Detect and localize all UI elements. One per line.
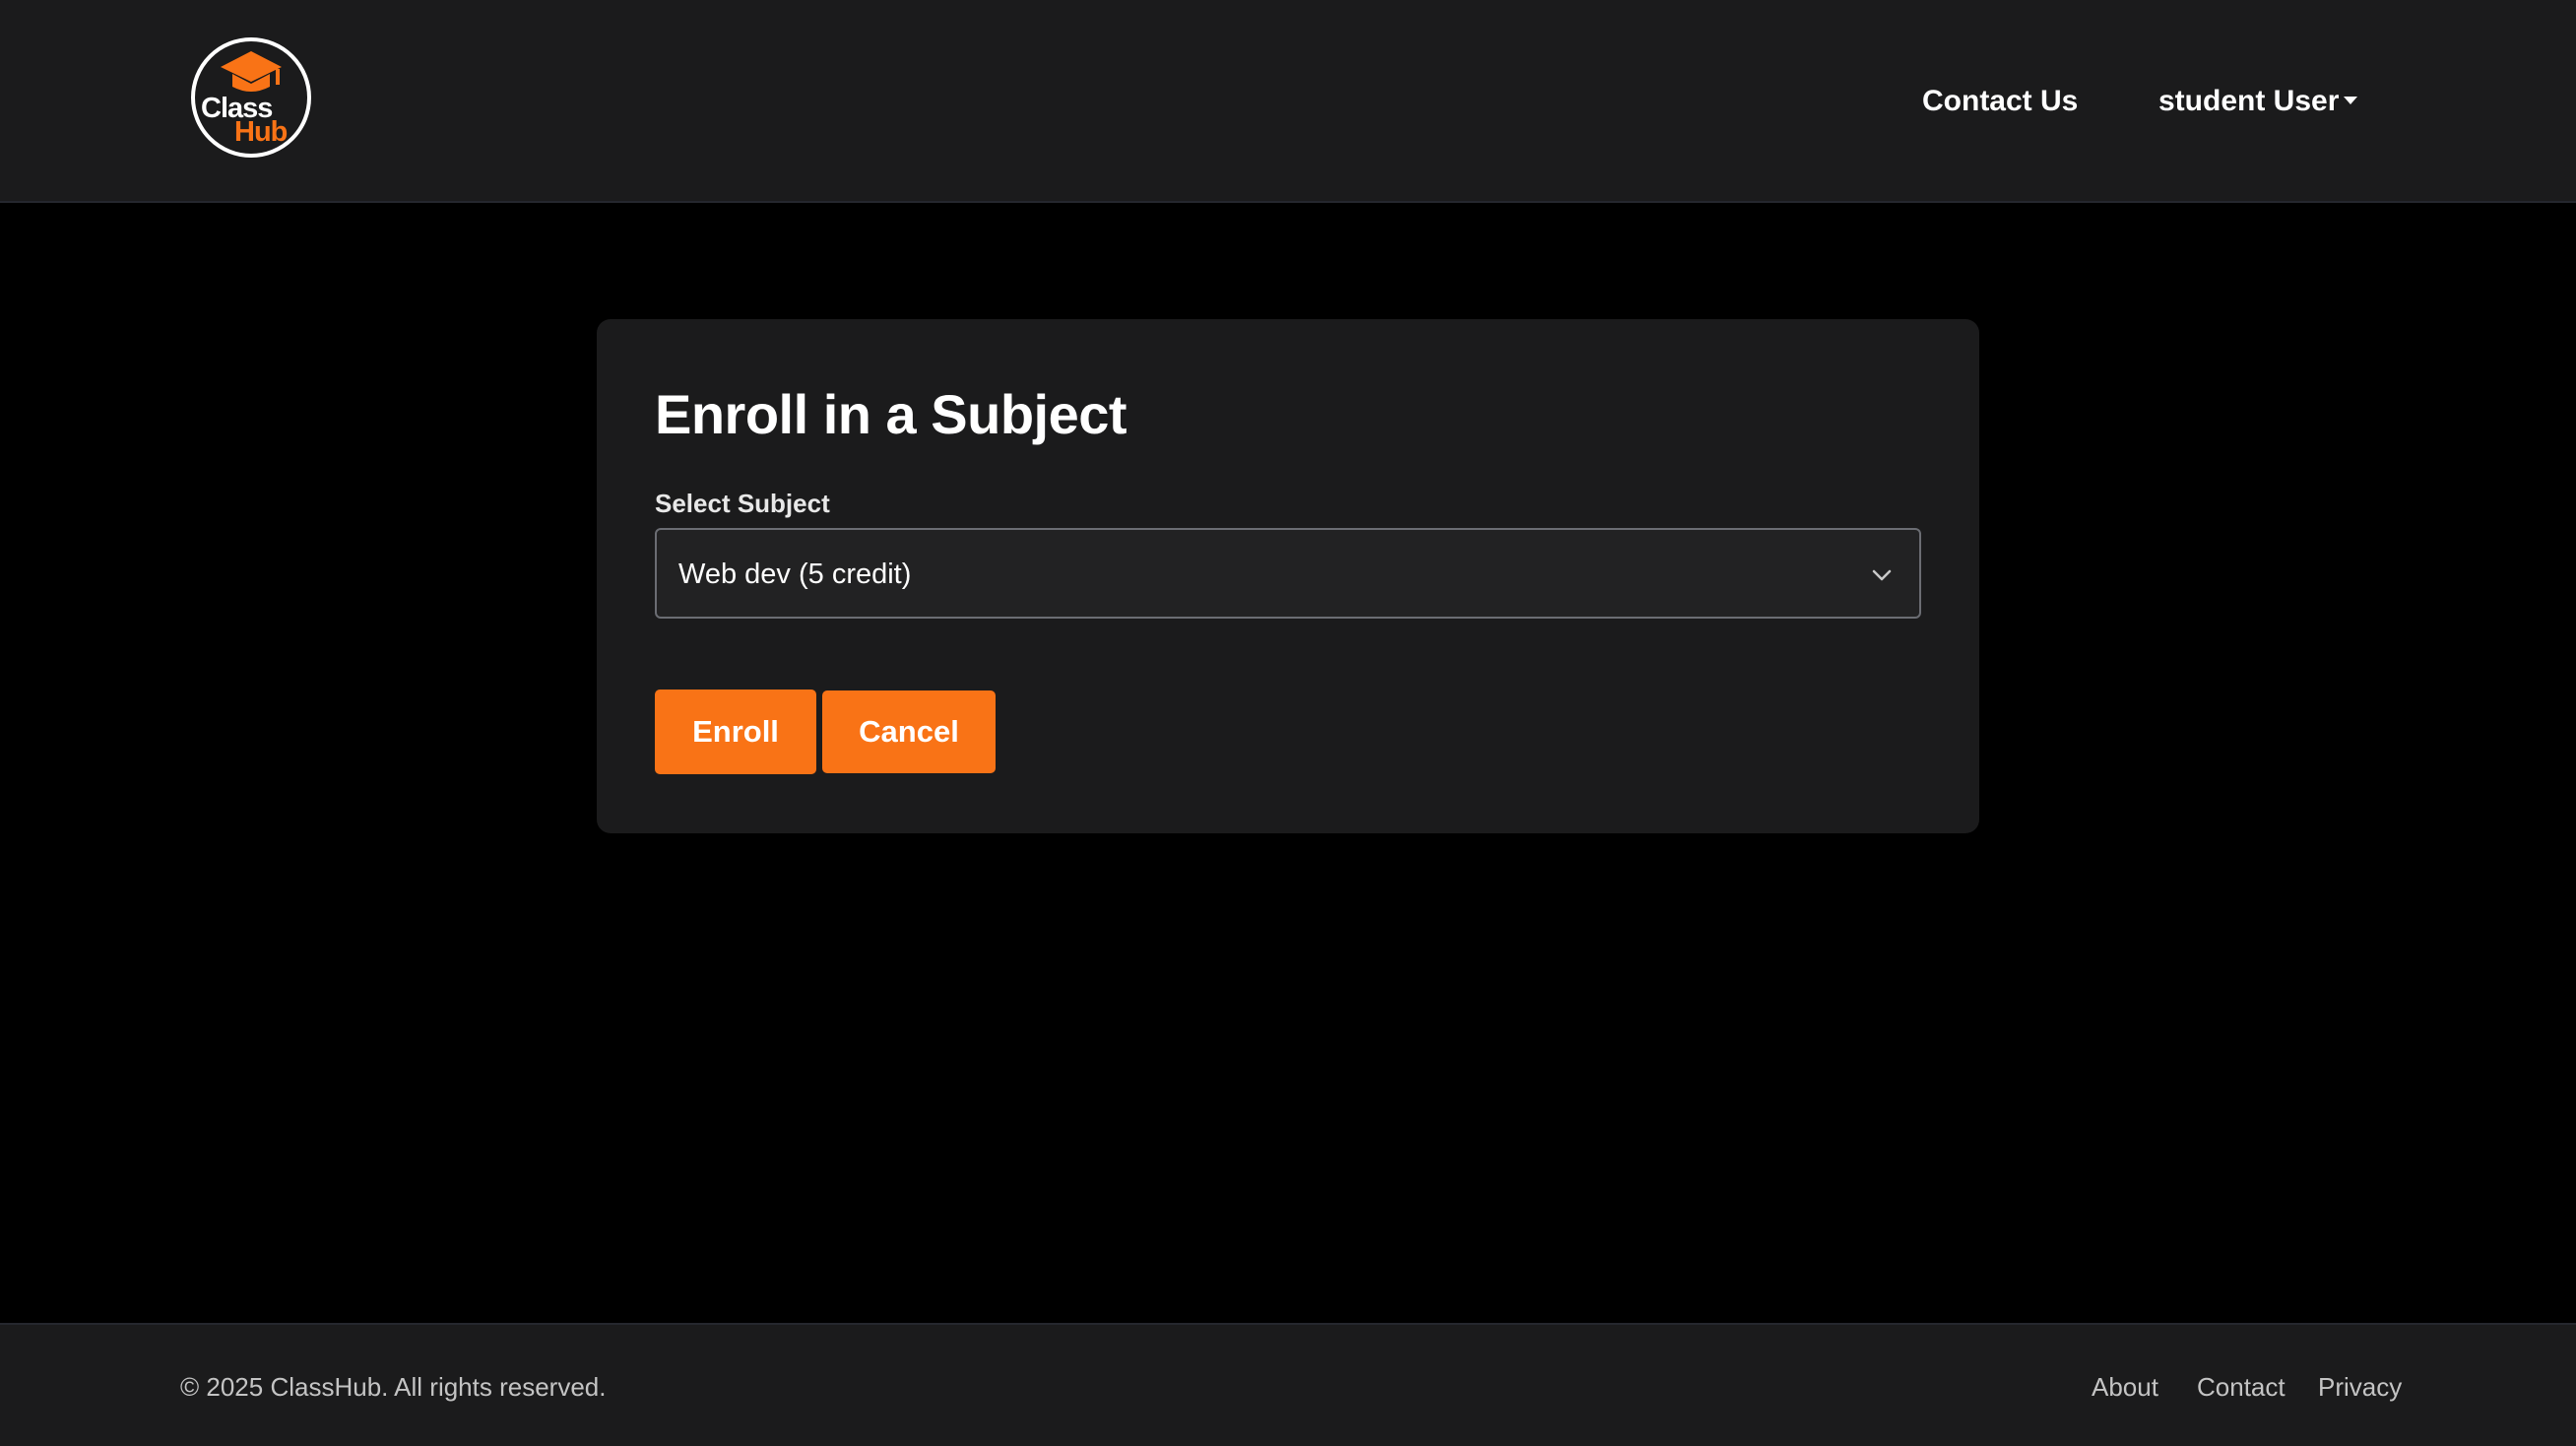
classhub-logo[interactable]: Class Hub (191, 37, 311, 158)
footer: © 2025 ClassHub. All rights reserved. Ab… (0, 1323, 2576, 1446)
enroll-button[interactable]: Enroll (655, 690, 816, 774)
subject-select[interactable]: Web dev (5 credit) (655, 528, 1921, 619)
copyright-text: © 2025 ClassHub. All rights reserved. (180, 1372, 607, 1402)
nav-contact-us-link[interactable]: Contact Us (1922, 83, 2078, 120)
logo-word-hub: Hub (234, 116, 288, 148)
enroll-card: Enroll in a Subject Select Subject Web d… (597, 319, 1979, 833)
chevron-down-icon (1872, 569, 1892, 581)
footer-contact-link[interactable]: Contact (2197, 1370, 2286, 1404)
footer-privacy-link[interactable]: Privacy (2318, 1370, 2402, 1404)
caret-down-icon[interactable] (2344, 97, 2357, 104)
subject-select-value: Web dev (5 credit) (678, 559, 912, 590)
navbar: Class Hub Contact Us student User (0, 0, 2576, 203)
page-title: Enroll in a Subject (655, 383, 1127, 445)
footer-about-link[interactable]: About (2092, 1370, 2158, 1404)
select-subject-label: Select Subject (655, 489, 830, 518)
cancel-button[interactable]: Cancel (822, 690, 996, 773)
user-menu-toggle[interactable]: student User (2158, 83, 2339, 120)
